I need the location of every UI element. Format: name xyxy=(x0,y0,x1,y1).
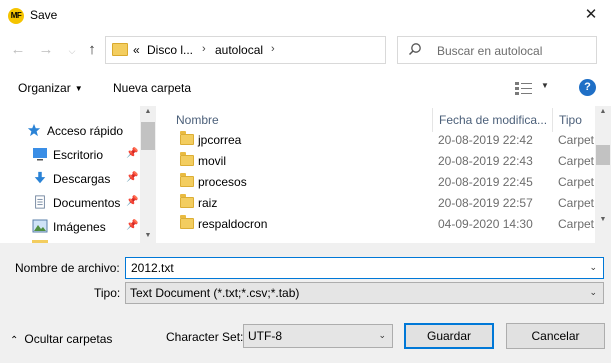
scroll-thumb[interactable] xyxy=(596,145,610,165)
filename-value: 2012.txt xyxy=(131,261,174,275)
chevron-right-icon[interactable]: › xyxy=(271,43,275,55)
file-row[interactable]: movil 20-08-2019 22:43 Carpet xyxy=(158,151,598,172)
hide-folders-toggle[interactable]: ⌃ Ocultar carpetas xyxy=(10,332,112,346)
file-type-select[interactable]: Text Document (*.txt;*.csv;*.tab) ⌄ xyxy=(125,282,604,304)
filename-input[interactable]: 2012.txt ⌄ xyxy=(125,257,604,279)
file-type: Carpet xyxy=(558,133,595,147)
view-options-icon[interactable] xyxy=(514,80,534,96)
organize-button[interactable]: Organizar ▼ xyxy=(18,81,83,95)
file-name: procesos xyxy=(198,175,247,189)
close-button[interactable]: ✕ xyxy=(575,2,607,28)
navigation-pane: Acceso rápido Escritorio 📌 Descargas 📌 D… xyxy=(0,106,156,243)
file-date: 20-08-2019 22:45 xyxy=(438,175,533,189)
new-folder-button[interactable]: Nueva carpeta xyxy=(113,81,191,95)
search-box[interactable]: Buscar en autolocal xyxy=(397,36,597,64)
filename-label: Nombre de archivo: xyxy=(15,261,120,275)
title-bar xyxy=(0,0,611,31)
pictures-icon xyxy=(32,219,48,233)
sidebar-item-documents[interactable]: Documentos xyxy=(32,192,120,214)
scroll-down-icon[interactable]: ▼ xyxy=(140,232,156,239)
download-icon xyxy=(34,171,46,184)
file-type-value: Text Document (*.txt;*.csv;*.tab) xyxy=(130,286,300,300)
sidebar-item-label: Descargas xyxy=(53,172,111,186)
charset-value: UTF-8 xyxy=(248,329,282,343)
sidebar-item-pictures[interactable]: Imágenes xyxy=(32,216,106,238)
scroll-thumb[interactable] xyxy=(141,122,155,150)
cancel-button[interactable]: Cancelar xyxy=(506,323,605,349)
breadcrumb-item-disk[interactable]: Disco l... xyxy=(147,43,193,57)
hide-folders-label: Ocultar carpetas xyxy=(24,332,113,346)
documents-icon xyxy=(35,195,45,209)
file-type: Carpet xyxy=(558,175,595,189)
file-name: raiz xyxy=(198,196,218,210)
pin-icon: 📌 xyxy=(126,220,139,231)
file-date: 20-08-2019 22:43 xyxy=(438,154,533,168)
charset-label: Character Set: xyxy=(166,330,244,344)
address-bar[interactable]: « Disco l... › autolocal › ⌄ ↻ xyxy=(105,36,480,64)
pin-icon: 📌 xyxy=(126,196,139,207)
file-date: 04-09-2020 14:30 xyxy=(438,217,533,231)
column-header-date[interactable]: Fecha de modifica... xyxy=(433,108,553,132)
file-date: 20-08-2019 22:57 xyxy=(438,196,533,210)
sidebar-item-label: Escritorio xyxy=(53,148,104,162)
chevron-up-icon: ⌃ xyxy=(10,335,19,346)
type-label: Tipo: xyxy=(94,286,121,300)
folder-icon xyxy=(180,194,194,208)
forward-arrow-icon[interactable]: → xyxy=(36,40,56,60)
folder-icon xyxy=(180,215,194,229)
caret-down-icon[interactable]: ▼ xyxy=(541,81,549,90)
sidebar-item-downloads[interactable]: Descargas xyxy=(32,168,110,190)
pin-icon: 📌 xyxy=(126,148,139,159)
pin-icon: 📌 xyxy=(126,172,139,183)
column-header-name[interactable]: Nombre xyxy=(170,108,433,132)
app-logo-icon: MF xyxy=(8,8,24,24)
caret-down-icon: ▼ xyxy=(74,84,83,93)
chevron-down-icon: ⌄ xyxy=(378,330,386,340)
sidebar-item-quick-access[interactable]: Acceso rápido xyxy=(26,120,123,142)
file-row[interactable]: jpcorrea 20-08-2019 22:42 Carpet xyxy=(158,130,598,151)
charset-select[interactable]: UTF-8 ⌄ xyxy=(243,324,393,348)
folder-icon xyxy=(112,43,128,56)
column-header-type[interactable]: Tipo xyxy=(553,108,595,132)
recent-dropdown-icon[interactable]: ⌵ xyxy=(62,40,82,60)
file-row[interactable]: procesos 20-08-2019 22:45 Carpet xyxy=(158,172,598,193)
save-button[interactable]: Guardar xyxy=(404,323,494,349)
file-row[interactable]: raiz 20-08-2019 22:57 Carpet xyxy=(158,193,598,214)
up-arrow-icon[interactable]: ↑ xyxy=(82,40,102,60)
file-type: Carpet xyxy=(558,217,595,231)
sidebar-item-label: Imágenes xyxy=(53,220,106,234)
sidebar-item-label: Acceso rápido xyxy=(47,124,124,138)
file-name: movil xyxy=(198,154,227,168)
chevron-down-icon: ⌄ xyxy=(589,287,597,297)
file-type: Carpet xyxy=(558,196,595,210)
breadcrumb-item-autolocal[interactable]: autolocal xyxy=(215,43,263,57)
chevron-right-icon[interactable]: › xyxy=(202,43,206,55)
search-input[interactable]: Buscar en autolocal xyxy=(437,44,542,58)
folder-icon xyxy=(180,152,194,166)
file-name: respaldocron xyxy=(198,217,268,231)
organize-label: Organizar xyxy=(18,81,71,95)
folder-icon xyxy=(180,131,194,145)
star-icon xyxy=(27,123,41,137)
chevron-down-icon[interactable]: ⌄ xyxy=(589,262,597,273)
help-icon[interactable]: ? xyxy=(579,79,596,96)
file-row[interactable]: respaldocron 04-09-2020 14:30 Carpet xyxy=(158,214,598,235)
scroll-up-icon[interactable]: ▲ xyxy=(140,108,156,115)
scroll-up-icon[interactable]: ▲ xyxy=(595,108,611,115)
file-date: 20-08-2019 22:42 xyxy=(438,133,533,147)
window-title: Save xyxy=(30,8,58,22)
file-type: Carpet xyxy=(558,154,595,168)
back-arrow-icon[interactable]: ← xyxy=(8,40,28,60)
sidebar-item-label: Documentos xyxy=(53,196,121,210)
folder-icon xyxy=(180,173,194,187)
desktop-icon xyxy=(33,148,47,161)
file-name: jpcorrea xyxy=(198,133,242,147)
search-icon xyxy=(408,43,421,56)
breadcrumb-overflow[interactable]: « xyxy=(133,43,140,57)
sidebar-item-desktop[interactable]: Escritorio xyxy=(32,144,103,166)
file-list: ⌃ Nombre Fecha de modifica... Tipo jpcor… xyxy=(158,106,611,243)
scroll-down-icon[interactable]: ▼ xyxy=(595,216,611,223)
